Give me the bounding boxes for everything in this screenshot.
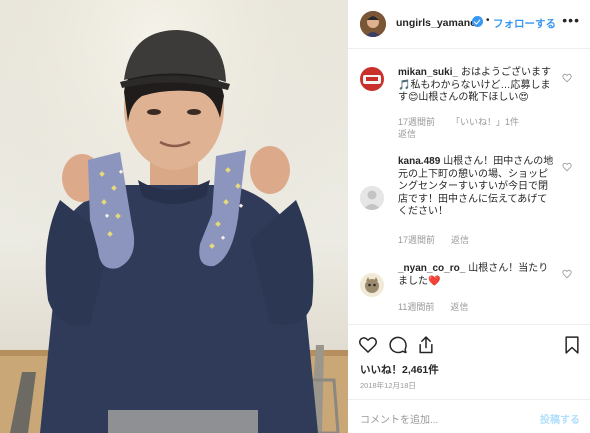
comment-body: mikan_suki_ おはようございます🎵私もわからないけど…応募します😊山根さ… (398, 67, 556, 105)
post-actions: いいね！2,461件 2018年12月18日 コメントを追加... 投稿する (348, 324, 590, 433)
add-comment-row: コメントを追加... 投稿する (348, 399, 590, 433)
comment-username[interactable]: kana.489 (398, 156, 440, 167)
comment-reply-row: 返信 (398, 127, 432, 140)
comment-like-icon[interactable] (562, 269, 572, 279)
verified-badge-icon (472, 16, 483, 27)
follow-button[interactable]: フォローする (493, 16, 556, 31)
post-date: 2018年12月18日 (360, 381, 416, 390)
comment-reply-button[interactable]: 返信 (451, 235, 469, 245)
post-photo-illustration (0, 0, 348, 433)
share-icon[interactable] (416, 335, 436, 355)
comment-time: 17週間前 (398, 235, 436, 245)
comment-like-icon[interactable] (562, 73, 572, 83)
comment-body: _nyan_co_ro_ 山根さん！当たりました❤️ (398, 263, 556, 288)
author-username[interactable]: ungirls_yamane (396, 17, 476, 29)
comment-icon[interactable] (388, 335, 408, 355)
comment-like-count[interactable]: 「いいね！」1件 (451, 117, 519, 127)
comment-username[interactable]: mikan_suki_ (398, 67, 458, 78)
post-side-panel: ungirls_yamane • フォローする ••• mikan_suki_ お… (348, 0, 590, 433)
comment-avatar[interactable] (360, 186, 384, 210)
comment-like-icon[interactable] (562, 162, 572, 172)
separator-dot: • (486, 15, 490, 26)
comment-time: 17週間前 (398, 117, 436, 127)
post-photo[interactable] (0, 0, 348, 433)
heart-icon[interactable] (358, 335, 378, 355)
comment-avatar[interactable] (360, 273, 384, 297)
comment-username[interactable]: _nyan_co_ro_ (398, 263, 465, 274)
comment-avatar[interactable] (360, 67, 384, 91)
bookmark-icon[interactable] (562, 335, 582, 355)
comment-meta: 17週間前 返信 (398, 233, 485, 246)
post-comment-button[interactable]: 投稿する (540, 411, 580, 426)
like-count[interactable]: いいね！2,461件 (360, 362, 439, 377)
comment-time: 11週間前 (398, 302, 435, 312)
more-icon[interactable]: ••• (562, 12, 580, 28)
comment-meta: 11週間前 返信 (398, 300, 484, 313)
add-comment-input[interactable]: コメントを追加... (360, 411, 438, 426)
author-avatar[interactable] (360, 11, 386, 37)
comment-reply-button[interactable]: 返信 (450, 302, 468, 312)
comment-reply-button[interactable]: 返信 (398, 129, 416, 139)
comment-body: kana.489 山根さん！田中さんの地元の上下町の憩いの場、ショッピングセンター… (398, 156, 556, 219)
post-header: ungirls_yamane • フォローする ••• (348, 0, 590, 49)
